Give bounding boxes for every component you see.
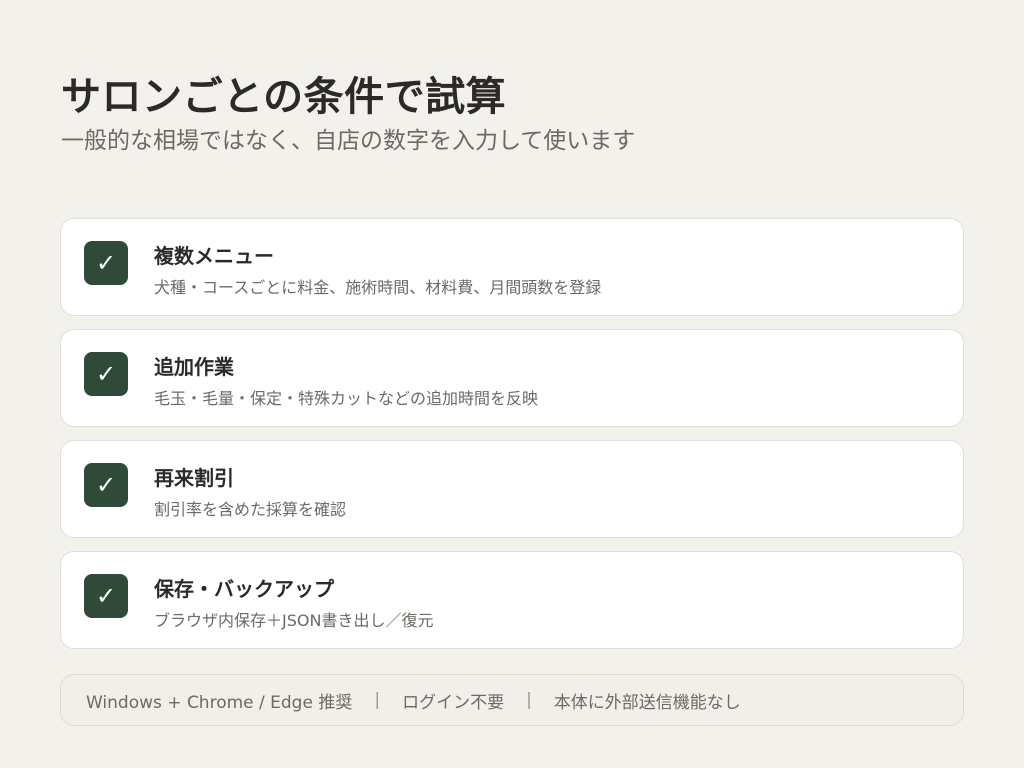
footer-separator: | <box>374 690 381 710</box>
feature-title: 保存・バックアップ <box>154 577 334 601</box>
feature-description: ブラウザ内保存＋JSON書き出し／復元 <box>154 611 434 630</box>
feature-title: 再来割引 <box>154 466 234 490</box>
feature-title: 複数メニュー <box>154 244 274 268</box>
page-title: サロンごとの条件で試算 <box>61 74 507 120</box>
feature-card-multiple-menus: ✓ 複数メニュー 犬種・コースごとに料金、施術時間、材料費、月間頭数を登録 <box>60 218 964 316</box>
checkmark-icon: ✓ <box>84 241 128 285</box>
feature-description: 毛玉・毛量・保定・特殊カットなどの追加時間を反映 <box>154 389 539 408</box>
footer-item-no-external-sending: 本体に外部送信機能なし <box>553 692 741 713</box>
footer-separator: | <box>526 690 532 710</box>
feature-title: 追加作業 <box>154 355 234 379</box>
feature-description: 割引率を含めた採算を確認 <box>154 500 347 519</box>
footer-item-browser: Windows + Chrome / Edge 推奨 <box>86 692 353 713</box>
feature-description: 犬種・コースごとに料金、施術時間、材料費、月間頭数を登録 <box>154 278 602 297</box>
footer-item-no-login: ログイン不要 <box>402 692 505 713</box>
page-subtitle: 一般的な相場ではなく、自店の数字を入力して使います <box>61 128 636 154</box>
checkmark-icon: ✓ <box>84 463 128 507</box>
checkmark-icon: ✓ <box>84 574 128 618</box>
feature-card-additional-work: ✓ 追加作業 毛玉・毛量・保定・特殊カットなどの追加時間を反映 <box>60 329 964 427</box>
feature-card-save-backup: ✓ 保存・バックアップ ブラウザ内保存＋JSON書き出し／復元 <box>60 551 964 649</box>
feature-list: ✓ 複数メニュー 犬種・コースごとに料金、施術時間、材料費、月間頭数を登録 ✓ … <box>60 218 964 662</box>
requirements-footer: Windows + Chrome / Edge 推奨 | ログイン不要 | 本体… <box>60 674 964 726</box>
feature-card-repeat-discount: ✓ 再来割引 割引率を含めた採算を確認 <box>60 440 964 538</box>
checkmark-icon: ✓ <box>84 352 128 396</box>
